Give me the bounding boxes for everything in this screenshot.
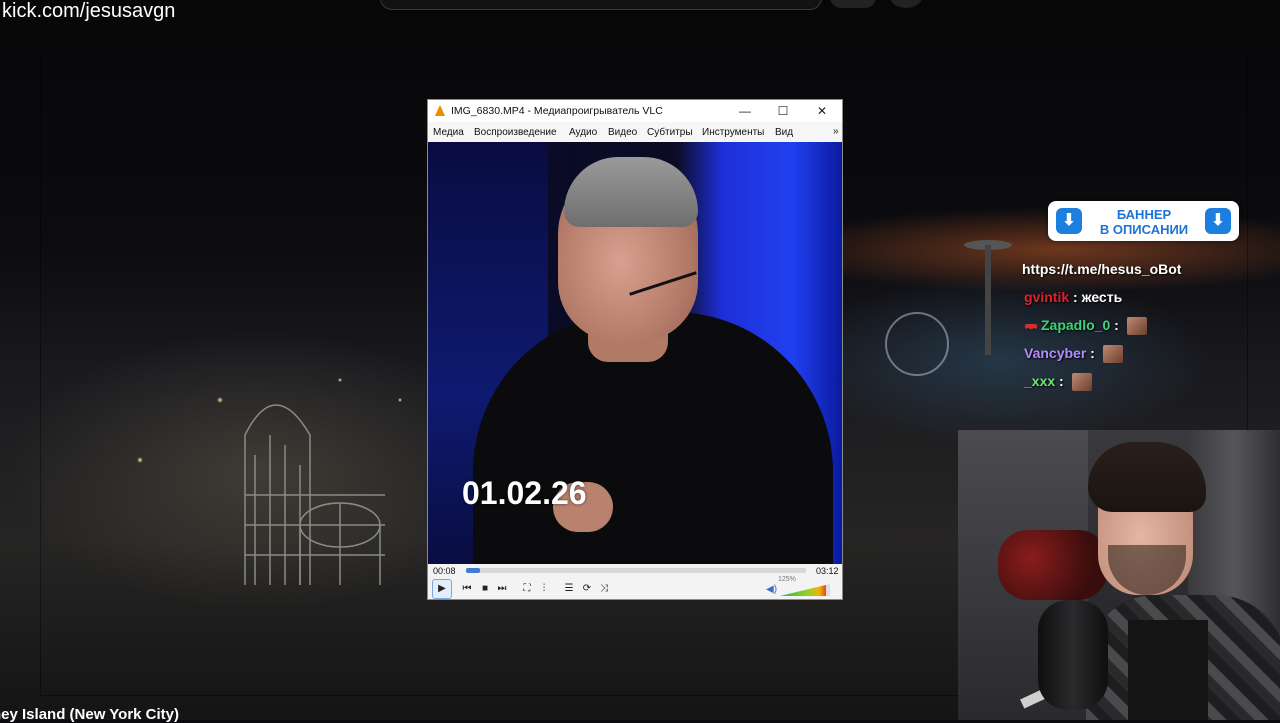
- menu-subtitles[interactable]: Субтитры: [647, 127, 693, 138]
- banner-line-2: В ОПИСАНИИ: [1099, 222, 1189, 237]
- menu-playback[interactable]: Воспроизведение: [474, 127, 557, 138]
- volume-level: [780, 584, 826, 596]
- banner-line-1: БАННЕР: [1116, 207, 1172, 222]
- volume-percent: 125%: [778, 576, 796, 583]
- next-icon[interactable]: ⏭: [493, 580, 511, 597]
- playlist-icon[interactable]: ☰: [560, 580, 578, 597]
- chat-message: Zapadlo_0 :: [1024, 317, 1147, 336]
- menu-video[interactable]: Видео: [608, 127, 637, 138]
- vlc-controls: ▶ ⏮ ■ ⏭ ⛶ ⫶ ☰ ⟳ ⤨ ◀) 125%: [428, 576, 842, 599]
- ferris-wheel: [885, 312, 949, 376]
- chat-message: gvintik : жесть: [1024, 289, 1123, 305]
- webcam-feed: [958, 430, 1280, 720]
- menu-view[interactable]: Вид: [775, 127, 793, 138]
- parachute-tower: [985, 245, 991, 355]
- shuffle-icon[interactable]: ⤨: [595, 580, 613, 597]
- download-arrow-icon: ⬇: [1205, 208, 1231, 234]
- webcam-clothes-pile: [998, 530, 1108, 600]
- vlc-video-area[interactable]: 01.02.26: [428, 142, 842, 564]
- stop-icon[interactable]: ■: [476, 580, 494, 597]
- search-bar[interactable]: [380, 0, 822, 10]
- current-time: 00:08: [433, 566, 456, 576]
- chat-username: Zapadlo_0: [1041, 317, 1111, 333]
- streamer-microphone: [1038, 600, 1108, 710]
- fullscreen-icon[interactable]: ⛶: [518, 580, 536, 597]
- chat-username: gvintik: [1024, 289, 1070, 305]
- minimize-button[interactable]: —: [731, 102, 759, 120]
- download-arrow-icon: ⬇: [1056, 208, 1082, 234]
- chat-message: _xxx :: [1024, 373, 1092, 392]
- total-time: 03:12: [816, 566, 839, 576]
- stream-url-overlay: kick.com/jesusavgn: [2, 0, 176, 22]
- description-banner: ⬇ БАННЕР В ОПИСАНИИ ⬇: [1048, 201, 1239, 241]
- streamer-shirt: [1128, 620, 1208, 720]
- emote-icon: [1071, 373, 1092, 392]
- chat-bot-link: https://t.me/hesus_oBot: [1022, 261, 1182, 277]
- search-button[interactable]: [830, 0, 876, 8]
- vlc-menubar: Медиа Воспроизведение Аудио Видео Субтит…: [428, 122, 842, 142]
- chat-text: жесть: [1081, 289, 1123, 305]
- vlc-titlebar[interactable]: IMG_6830.MP4 - Медиапроигрыватель VLC — …: [428, 100, 842, 122]
- volume-slider[interactable]: [780, 584, 830, 596]
- emote-icon: [1102, 345, 1123, 364]
- seek-bar[interactable]: [466, 568, 806, 573]
- speaker-hair: [564, 157, 698, 227]
- menu-audio[interactable]: Аудио: [569, 127, 597, 138]
- menu-tools[interactable]: Инструменты: [702, 127, 764, 138]
- stream-title: ney Island (New York City): [0, 706, 179, 723]
- menu-media[interactable]: Медиа: [433, 127, 464, 138]
- car-badge-icon: [1025, 324, 1037, 332]
- extended-settings-icon[interactable]: ⫶: [535, 580, 553, 597]
- loop-icon[interactable]: ⟳: [578, 580, 596, 597]
- vlc-cone-icon: [435, 105, 445, 116]
- close-button[interactable]: ✕: [808, 102, 836, 120]
- chat-username: Vancyber: [1024, 345, 1087, 361]
- maximize-button[interactable]: ☐: [769, 102, 797, 120]
- seek-bar-progress: [466, 568, 480, 573]
- chat-username: _xxx: [1024, 373, 1056, 389]
- volume-icon[interactable]: ◀): [766, 584, 777, 595]
- vlc-window-title: IMG_6830.MP4 - Медиапроигрыватель VLC: [451, 105, 663, 117]
- video-date-overlay: 01.02.26: [462, 475, 587, 511]
- vlc-window[interactable]: IMG_6830.MP4 - Медиапроигрыватель VLC — …: [427, 99, 843, 600]
- roller-coaster: [244, 404, 385, 585]
- menu-overflow-icon[interactable]: »: [833, 126, 839, 137]
- previous-icon[interactable]: ⏮: [458, 580, 476, 597]
- chat-message: Vancyber :: [1024, 345, 1123, 364]
- emote-icon: [1126, 317, 1147, 336]
- play-button[interactable]: ▶: [432, 579, 452, 599]
